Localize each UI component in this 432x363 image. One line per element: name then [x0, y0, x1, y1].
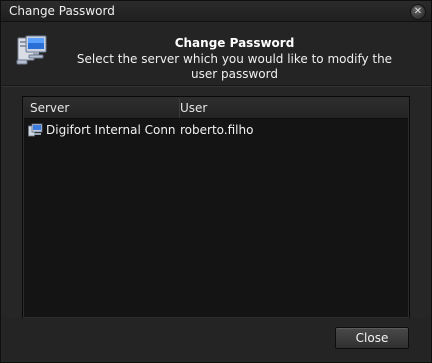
column-header-user[interactable]: User — [180, 98, 380, 118]
server-computer-icon — [28, 123, 43, 137]
list-header: Server User — [24, 98, 408, 119]
user-cell: roberto.filho — [180, 123, 254, 137]
dialog-subtitle: Select the server which you would like t… — [76, 52, 393, 81]
close-button[interactable]: Close — [335, 327, 409, 349]
server-list[interactable]: Server User Digifort Internal Conn... ro… — [22, 96, 410, 319]
header-divider — [2, 85, 430, 87]
change-password-window: Change Password ✕ Change Password Select… — [0, 0, 432, 363]
window-title: Change Password — [9, 4, 115, 18]
computer-network-icon — [16, 35, 47, 65]
title-bar[interactable]: Change Password ✕ — [1, 1, 431, 22]
list-item[interactable]: Digifort Internal Conn... roberto.filho — [24, 121, 408, 139]
window-close-icon[interactable]: ✕ — [410, 4, 426, 20]
dialog-header: Change Password Select the server which … — [2, 22, 430, 84]
column-header-server[interactable]: Server — [24, 98, 180, 118]
server-cell: Digifort Internal Conn... — [46, 123, 176, 137]
dialog-title: Change Password — [174, 36, 295, 50]
